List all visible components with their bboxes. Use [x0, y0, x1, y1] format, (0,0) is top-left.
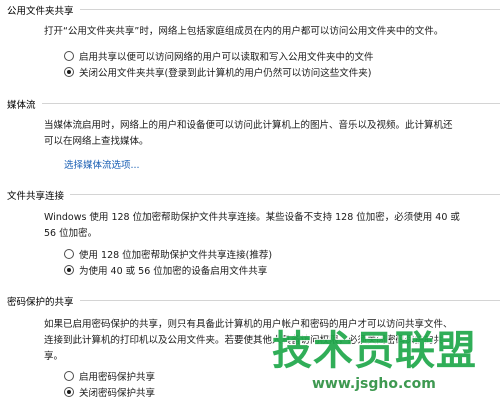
media-streaming-section: 媒体流 当媒体流启用时，网络上的用户和设备便可以访问此计算机上的图片、音乐以及视…: [0, 96, 500, 176]
radio-label: 启用共享以便可以访问网络的用户可以读取和写入公用文件夹中的文件: [79, 52, 374, 63]
radio-disable-public-sharing[interactable]: 关闭公用文件夹共享(登录到此计算机的用户仍然可以访问这些文件夹): [64, 65, 371, 79]
radio-128bit-encryption[interactable]: 使用 128 位加密帮助保护文件共享连接(推荐): [64, 247, 272, 261]
radio-enable-public-sharing[interactable]: 启用共享以便可以访问网络的用户可以读取和写入公用文件夹中的文件: [64, 49, 374, 63]
section-divider: [7, 300, 500, 301]
radio-disable-password-sharing[interactable]: 关闭密码保护共享: [64, 385, 155, 399]
radio-label: 关闭公用文件夹共享(登录到此计算机的用户仍然可以访问这些文件夹): [79, 68, 372, 79]
watermark-logo-text: 技术员联盟: [272, 328, 477, 374]
section-description-line1: Windows 使用 128 位加密帮助保护文件共享连接。某些设备不支持 128…: [44, 212, 460, 223]
radio-checked-icon[interactable]: [64, 265, 74, 275]
site-watermark: 技术员联盟 www.jsgho.com: [272, 318, 500, 402]
radio-unchecked-icon[interactable]: [64, 249, 74, 259]
radio-checked-icon[interactable]: [64, 387, 74, 397]
section-title: 媒体流: [7, 97, 42, 111]
section-description-line2: 56 位加密。: [44, 228, 98, 239]
section-title: 文件共享连接: [7, 188, 71, 202]
radio-checked-icon[interactable]: [64, 67, 74, 77]
section-header: 密码保护的共享: [0, 293, 500, 308]
section-header: 媒体流: [0, 96, 500, 111]
section-description: 打开“公用文件夹共享”时，网络上包括家庭组成员在内的用户都可以访问公用文件夹中的…: [44, 26, 444, 37]
radio-unchecked-icon[interactable]: [64, 51, 74, 61]
section-divider: [7, 9, 500, 10]
section-description-line2: 可以在网络上查找媒体。: [44, 136, 149, 147]
section-title: 公用文件夹共享: [7, 3, 80, 17]
watermark-url: www.jsgho.com: [312, 376, 436, 392]
radio-enable-password-sharing[interactable]: 启用密码保护共享: [64, 369, 155, 383]
section-divider: [7, 194, 500, 195]
radio-label: 使用 128 位加密帮助保护文件共享连接(推荐): [79, 250, 273, 261]
section-header: 公用文件夹共享: [0, 2, 500, 17]
radio-unchecked-icon[interactable]: [64, 371, 74, 381]
radio-label: 启用密码保护共享: [79, 372, 156, 383]
choose-media-streaming-options-link[interactable]: 选择媒体流选项...: [64, 157, 140, 171]
section-description-line1: 当媒体流启用时，网络上的用户和设备便可以访问此计算机上的图片、音乐以及视频。此计…: [44, 120, 453, 131]
section-header: 文件共享连接: [0, 187, 500, 202]
public-folder-sharing-section: 公用文件夹共享 打开“公用文件夹共享”时，网络上包括家庭组成员在内的用户都可以访…: [0, 2, 500, 84]
file-sharing-connections-section: 文件共享连接 Windows 使用 128 位加密帮助保护文件共享连接。某些设备…: [0, 187, 500, 287]
radio-40-56bit-encryption[interactable]: 为使用 40 或 56 位加密的设备启用文件共享: [64, 263, 267, 277]
section-title: 密码保护的共享: [7, 294, 80, 308]
radio-label: 关闭密码保护共享: [79, 388, 156, 399]
section-divider: [7, 103, 500, 104]
radio-label: 为使用 40 或 56 位加密的设备启用文件共享: [79, 266, 268, 277]
